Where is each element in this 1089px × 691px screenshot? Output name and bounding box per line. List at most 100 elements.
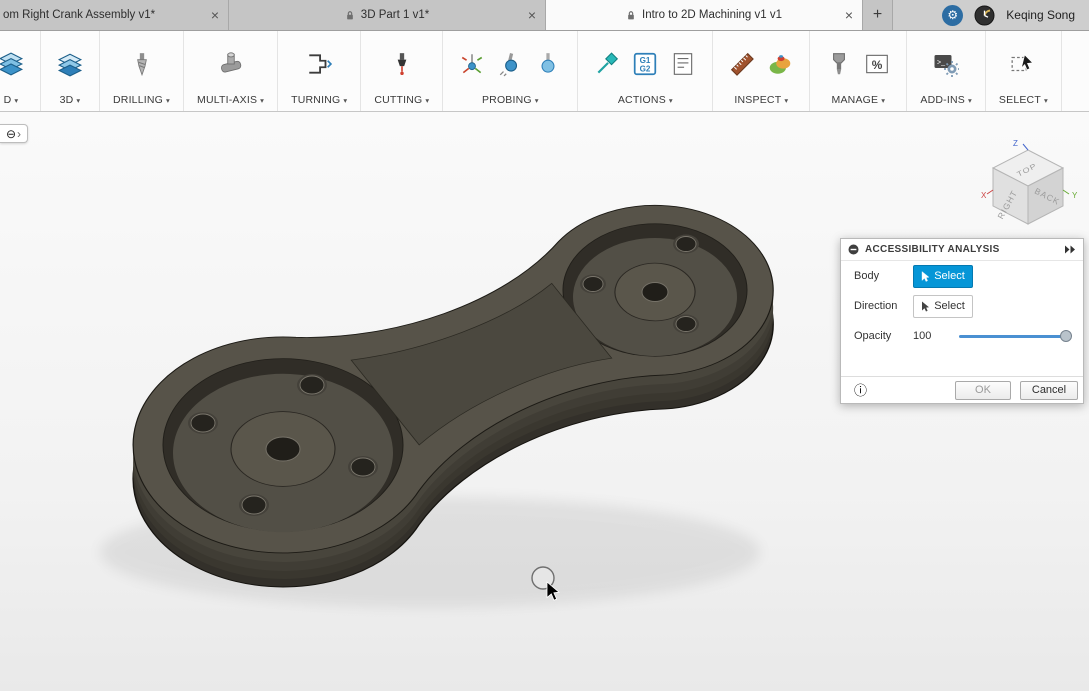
svg-text:G2: G2 <box>640 65 651 74</box>
toolbar-group-multi-axis: MULTI-AXIS▾ <box>184 31 278 111</box>
job-status-icon[interactable]: ⚙ <box>942 5 963 26</box>
toolbar-group-drilling: DRILLING▾ <box>100 31 184 111</box>
body-row: Body Select <box>841 261 1083 291</box>
chevron-down-icon: ▾ <box>260 96 264 105</box>
probe-icon[interactable] <box>456 46 488 82</box>
cancel-button[interactable]: Cancel <box>1020 381 1078 400</box>
toolbar-group-label-inspect[interactable]: INSPECT▾ <box>734 94 788 106</box>
ok-button[interactable]: OK <box>955 381 1011 400</box>
svg-text:G1: G1 <box>640 56 651 65</box>
dialog-title: ACCESSIBILITY ANALYSIS <box>865 244 1058 255</box>
dialog-header[interactable]: ACCESSIBILITY ANALYSIS <box>841 239 1083 261</box>
setup-sheet-icon[interactable] <box>667 46 699 82</box>
toolbar-group-label-probing[interactable]: PROBING▾ <box>482 94 539 106</box>
slider-handle[interactable] <box>1060 330 1072 342</box>
chevron-down-icon: ▾ <box>784 96 788 105</box>
chevron-down-icon: ▾ <box>968 96 972 105</box>
opacity-row: Opacity 100 <box>841 321 1083 351</box>
probe-wcs-icon[interactable] <box>494 46 526 82</box>
toolbar-group-3d: 3D▾ <box>41 31 100 111</box>
toolbar-group-select: SELECT▾ <box>986 31 1062 111</box>
toolbar-group-actions: G1G2 ACTIONS▾ <box>578 31 713 111</box>
panel-collapse-icon[interactable] <box>848 244 859 255</box>
tabbar-right-cluster: ⚙ Keqing Song <box>942 0 1089 30</box>
toolbar-group-label-select[interactable]: SELECT▾ <box>999 94 1048 106</box>
close-tab-icon[interactable]: × <box>528 8 536 22</box>
toolbar-group-label-actions[interactable]: ACTIONS▾ <box>618 94 673 106</box>
cursor-icon <box>921 271 930 282</box>
toolbar-group-label-turning[interactable]: TURNING▾ <box>291 94 347 106</box>
scripts-addins-icon[interactable]: >_ <box>930 46 962 82</box>
percent-icon[interactable]: % <box>861 46 893 82</box>
opacity-slider[interactable] <box>959 329 1071 343</box>
measure-icon[interactable] <box>726 46 758 82</box>
notifications-icon[interactable] <box>974 5 995 26</box>
chevron-down-icon: ▾ <box>1044 96 1048 105</box>
chevron-down-icon: ▾ <box>669 96 673 105</box>
info-icon[interactable]: ⓘ <box>854 384 867 397</box>
viewport-canvas[interactable]: ⊖› TOP RIGHT BACK X Y Z ACCESSIBILITY AN… <box>0 112 1089 691</box>
toolbar-group-turning: TURNING▾ <box>278 31 361 111</box>
drilling-icon[interactable] <box>126 46 158 82</box>
body-label: Body <box>854 270 913 282</box>
close-tab-icon[interactable]: × <box>845 8 853 22</box>
direction-row: Direction Select <box>841 291 1083 321</box>
viewcube[interactable]: TOP RIGHT BACK X Y Z <box>973 138 1083 240</box>
fusion-window: om Right Crank Assembly v1* × 3D Part 1 … <box>0 0 1089 691</box>
chevron-down-icon: ▾ <box>881 96 885 105</box>
accessibility-analysis-icon[interactable] <box>764 46 796 82</box>
toolbar-group-label-3d[interactable]: 3D▾ <box>60 94 81 106</box>
toolbar-group-label-multi-axis[interactable]: MULTI-AXIS▾ <box>197 94 264 106</box>
post-process-icon[interactable]: G1G2 <box>629 46 661 82</box>
toolbar-group-label-add-ins[interactable]: ADD-INS▾ <box>920 94 972 106</box>
chevron-down-icon: ▾ <box>343 96 347 105</box>
cutting-icon[interactable] <box>386 46 418 82</box>
opacity-label: Opacity <box>854 330 913 342</box>
tool-library-icon[interactable] <box>823 46 855 82</box>
toolbar-group-probing: PROBING▾ <box>443 31 578 111</box>
double-arrow-icon[interactable] <box>1064 245 1076 254</box>
toolbar-group-label-drilling[interactable]: DRILLING▾ <box>113 94 170 106</box>
toolbar-group-inspect: INSPECT▾ <box>713 31 810 111</box>
tab-label: 3D Part 1 v1* <box>361 9 429 21</box>
chevron-down-icon: ▾ <box>535 96 539 105</box>
toolbar-group-2d: D▾ <box>0 31 41 111</box>
document-tab-intro-2d-machining[interactable]: Intro to 2D Machining v1 v1 × <box>546 0 863 30</box>
direction-select-button[interactable]: Select <box>913 295 973 318</box>
direction-label: Direction <box>854 300 913 312</box>
svg-text:%: % <box>872 58 883 72</box>
axis-y-label: Y <box>1072 191 1078 200</box>
tab-label: Intro to 2D Machining v1 v1 <box>642 9 782 21</box>
document-tabbar: om Right Crank Assembly v1* × 3D Part 1 … <box>0 0 1089 31</box>
3d-milling-icon[interactable] <box>54 46 86 82</box>
chevron-down-icon: ▾ <box>14 96 18 105</box>
dialog-footer: ⓘ OK Cancel <box>841 376 1083 403</box>
document-tab-3d-part[interactable]: 3D Part 1 v1* × <box>229 0 546 30</box>
user-profile[interactable]: Keqing Song <box>1006 8 1075 22</box>
toolbar-group-label-manage[interactable]: MANAGE▾ <box>832 94 886 106</box>
collapse-icon: ⊖ <box>6 127 16 141</box>
2d-milling-icon[interactable] <box>0 46 27 82</box>
lock-icon <box>626 10 636 21</box>
new-document-tab-button[interactable]: + <box>863 0 893 30</box>
toolbar-group-label-2d[interactable]: D▾ <box>4 94 19 106</box>
axis-z-label: Z <box>1013 139 1018 148</box>
svg-text:>_: >_ <box>937 60 945 67</box>
toolbar-group-add-ins: >_ ADD-INS▾ <box>907 31 986 111</box>
turning-icon[interactable] <box>303 46 335 82</box>
inspect-surface-icon[interactable] <box>532 46 564 82</box>
toolbar-group-label-cutting[interactable]: CUTTING▾ <box>374 94 429 106</box>
manufacture-ribbon: D▾ 3D▾ DRILLING▾ <box>0 31 1089 112</box>
cursor-icon <box>921 301 930 312</box>
select-tool-icon[interactable] <box>1007 46 1039 82</box>
multi-axis-icon[interactable] <box>215 46 247 82</box>
slider-track[interactable] <box>959 335 1071 338</box>
body-select-button[interactable]: Select <box>913 265 973 288</box>
chevron-right-icon: › <box>17 127 21 141</box>
close-tab-icon[interactable]: × <box>211 8 219 22</box>
document-tab-crank-assembly[interactable]: om Right Crank Assembly v1* × <box>0 0 229 30</box>
simulate-icon[interactable] <box>591 46 623 82</box>
browser-collapse-toggle[interactable]: ⊖› <box>0 124 28 143</box>
toolbar-group-manage: % MANAGE▾ <box>810 31 907 111</box>
accessibility-analysis-dialog: ACCESSIBILITY ANALYSIS Body Select Direc… <box>840 238 1084 404</box>
